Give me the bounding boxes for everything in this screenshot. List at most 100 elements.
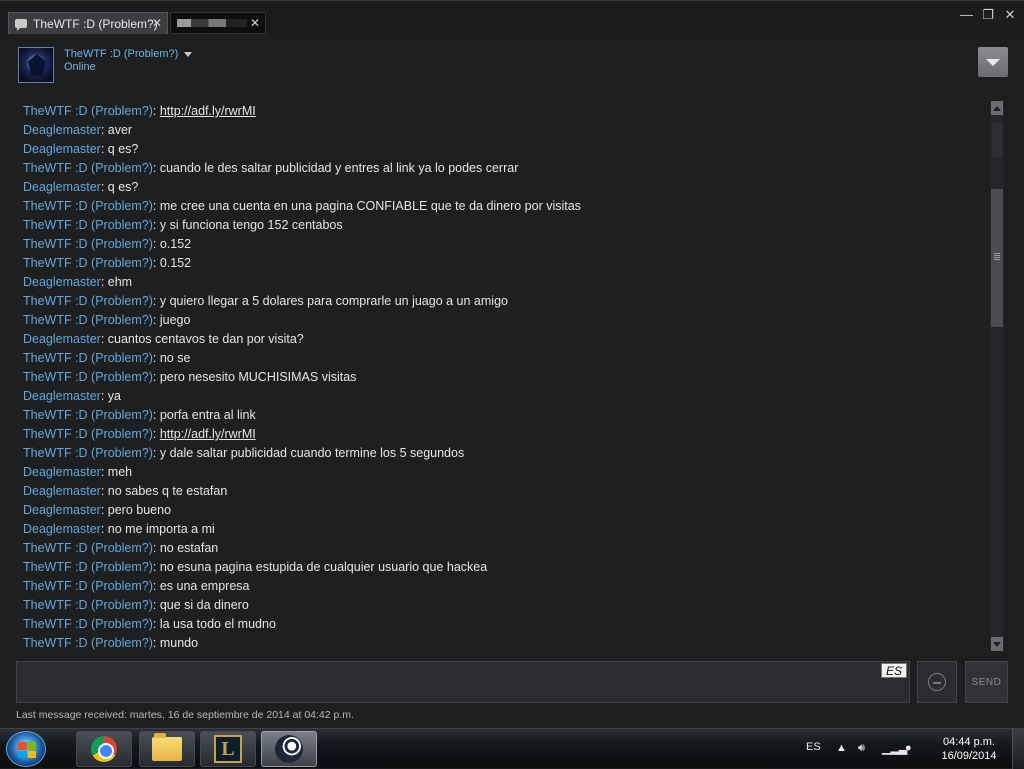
message-sender[interactable]: TheWTF :D (Problem?) (23, 370, 153, 384)
message-text: mundo (159, 636, 199, 650)
message-separator: : (100, 465, 108, 479)
friend-name-dropdown[interactable]: TheWTF :D (Problem?) (64, 48, 193, 60)
message-text: que si da dinero (159, 598, 249, 612)
friend-name: TheWTF :D (Problem?) (64, 48, 179, 60)
message-sender[interactable]: TheWTF :D (Problem?) (23, 218, 153, 232)
chat-options-button[interactable] (978, 47, 1008, 77)
start-button[interactable] (6, 731, 46, 767)
message-sender[interactable]: TheWTF :D (Problem?) (23, 256, 153, 270)
message-sender[interactable]: Deaglemaster (23, 180, 101, 194)
message-sender[interactable]: TheWTF :D (Problem?) (23, 579, 153, 593)
message-sender[interactable]: TheWTF :D (Problem?) (23, 617, 153, 631)
message-sender[interactable]: TheWTF :D (Problem?) (23, 560, 153, 574)
message-separator: : (152, 617, 160, 631)
message-separator: : (152, 370, 160, 384)
message-separator: : (100, 123, 108, 137)
redacted-tab-label (177, 19, 247, 27)
taskbar-clock[interactable]: 04:44 p.m. 16/09/2014 (930, 735, 1008, 763)
message-separator: : (152, 351, 160, 365)
windows-taskbar: L ES ▲ 🔊︎ ▁▂▃ ● 04:44 p.m. 16/09/2014 (0, 728, 1024, 769)
message-text: meh (107, 465, 133, 479)
message-text: cuantos centavos te dan por visita? (107, 332, 304, 346)
arrow-up-icon (993, 105, 1001, 111)
steam-chat-window: TheWTF :D (Problem?) ✕ ✕ — ❐ ✕ TheWTF :D… (0, 0, 1024, 728)
explorer-folder-icon (152, 733, 182, 761)
message-sender[interactable]: Deaglemaster (23, 465, 101, 479)
tab-thewtf[interactable]: TheWTF :D (Problem?) ✕ (8, 12, 168, 34)
message-link[interactable]: http://adf.ly/rwrMI (160, 104, 256, 118)
arrow-down-icon (993, 641, 1001, 647)
scroll-track[interactable] (992, 123, 1002, 157)
message-sender[interactable]: TheWTF :D (Problem?) (23, 313, 153, 327)
grip-icon (994, 253, 1000, 260)
window-controls: — ❐ ✕ (960, 7, 1016, 23)
message-sender[interactable]: Deaglemaster (23, 484, 101, 498)
tab-close-icon[interactable]: ✕ (250, 16, 260, 30)
message-separator: : (152, 579, 160, 593)
message-text: pero bueno (107, 503, 172, 517)
scroll-thumb[interactable] (991, 189, 1003, 327)
message-sender[interactable]: TheWTF :D (Problem?) (23, 446, 153, 460)
taskbar-explorer[interactable] (139, 731, 195, 767)
message-sender[interactable]: Deaglemaster (23, 275, 101, 289)
minimize-icon[interactable]: — (960, 7, 973, 23)
friend-avatar[interactable] (18, 47, 54, 83)
show-desktop-button[interactable] (1012, 729, 1024, 769)
message-separator: : (152, 313, 160, 327)
message-sender[interactable]: Deaglemaster (23, 123, 101, 137)
tray-language[interactable]: ES (806, 741, 821, 753)
emoticon-icon (928, 673, 946, 691)
message-sender[interactable]: TheWTF :D (Problem?) (23, 199, 153, 213)
message-text: 0.152 (159, 256, 192, 270)
clipped-previous-message (23, 93, 473, 98)
message-sender[interactable]: TheWTF :D (Problem?) (23, 408, 153, 422)
steam-icon (275, 735, 303, 763)
message-sender[interactable]: Deaglemaster (23, 142, 101, 156)
message-sender[interactable]: Deaglemaster (23, 389, 101, 403)
chat-message: TheWTF :D (Problem?): mundo (23, 634, 198, 653)
message-text: no esuna pagina estupida de cualquier us… (159, 560, 488, 574)
message-sender[interactable]: TheWTF :D (Problem?) (23, 351, 153, 365)
message-sender[interactable]: Deaglemaster (23, 332, 101, 346)
show-hidden-icons-icon[interactable]: ▲ (836, 742, 847, 754)
message-separator: : (152, 237, 160, 251)
message-input[interactable]: ES (16, 661, 910, 703)
chat-message: Deaglemaster: q es? (23, 178, 138, 197)
emoticon-button[interactable] (917, 661, 957, 703)
message-sender[interactable]: TheWTF :D (Problem?) (23, 161, 153, 175)
message-separator: : (152, 541, 160, 555)
message-text: y dale saltar publicidad cuando termine … (159, 446, 465, 460)
chat-message: TheWTF :D (Problem?): cuando le des salt… (23, 159, 518, 178)
chat-message: TheWTF :D (Problem?): porfa entra al lin… (23, 406, 256, 425)
chat-scrollbar[interactable] (990, 101, 1004, 651)
message-sender[interactable]: TheWTF :D (Problem?) (23, 104, 153, 118)
message-text: aver (107, 123, 133, 137)
tab-close-icon[interactable]: ✕ (152, 16, 162, 30)
message-sender[interactable]: TheWTF :D (Problem?) (23, 598, 153, 612)
message-sender[interactable]: TheWTF :D (Problem?) (23, 294, 153, 308)
tab-redacted[interactable]: ✕ (170, 12, 266, 34)
message-separator: : (100, 389, 108, 403)
network-signal-icon[interactable]: ▁▂▃ (882, 742, 907, 755)
message-sender[interactable]: TheWTF :D (Problem?) (23, 636, 153, 650)
scroll-down-button[interactable] (991, 637, 1003, 651)
message-sender[interactable]: TheWTF :D (Problem?) (23, 427, 153, 441)
message-sender[interactable]: Deaglemaster (23, 522, 101, 536)
message-separator: : (100, 142, 108, 156)
chat-message: TheWTF :D (Problem?): y si funciona teng… (23, 216, 343, 235)
message-separator: : (152, 294, 160, 308)
taskbar-league-of-legends[interactable]: L (200, 731, 256, 767)
steam-tray-icon[interactable]: ● (905, 742, 912, 754)
message-sender[interactable]: Deaglemaster (23, 503, 101, 517)
maximize-icon[interactable]: ❐ (982, 7, 994, 23)
volume-icon[interactable]: 🔊︎ (858, 742, 865, 755)
message-sender[interactable]: TheWTF :D (Problem?) (23, 237, 153, 251)
message-sender[interactable]: TheWTF :D (Problem?) (23, 541, 153, 555)
taskbar-steam[interactable] (261, 731, 317, 767)
taskbar-chrome[interactable] (76, 731, 132, 767)
close-icon[interactable]: ✕ (1004, 7, 1016, 23)
send-button[interactable]: SEND (965, 661, 1008, 703)
input-language-indicator[interactable]: ES (880, 663, 907, 678)
scroll-up-button[interactable] (991, 101, 1003, 115)
message-link[interactable]: http://adf.ly/rwrMI (160, 427, 256, 441)
